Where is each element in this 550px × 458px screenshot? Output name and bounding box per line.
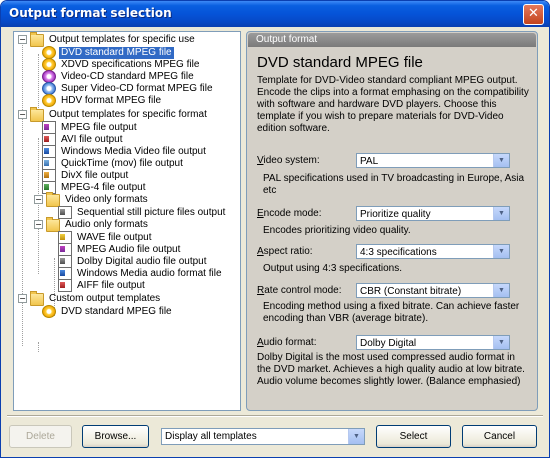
tree-group-label: Video only formats [65,193,148,205]
tree-item-hdv[interactable]: HDV format MPEG file [42,94,163,107]
panel-title: DVD standard MPEG file [257,54,423,71]
dialog-window: Output format selection ✕ − Output templ… [0,0,550,458]
tree-item-label: AVI file output [61,133,123,145]
tree-item-label: AIFF file output [77,279,145,291]
select-value: Dolby Digital [360,338,417,349]
tree-item-label: Sequential still picture files output [77,206,226,218]
tree-item-label: MPEG Audio file output [77,243,181,255]
aiff-file-icon [58,279,72,292]
audio-format-note: Dolby Digital is the most used compresse… [257,352,525,387]
rate-control-note: Encoding method using a fixed bitrate. C… [263,301,520,324]
close-button[interactable]: ✕ [523,4,544,25]
tree-item-aiff[interactable]: AIFF file output [58,279,147,292]
tree-group-specific-use[interactable]: Output templates for specific use [30,32,197,47]
video-system-note: PAL specifications used in TV broadcasti… [263,173,525,196]
tree-group-label: Custom output templates [49,292,161,304]
tree-item-label: Super Video-CD format MPEG file [61,82,213,94]
tree-line [38,54,39,114]
encode-mode-select[interactable]: Prioritize quality ▼ [356,206,510,221]
chevron-down-icon[interactable]: ▼ [493,154,509,167]
select-value: PAL [360,156,379,167]
encode-mode-note: Encodes prioritizing video quality. [263,225,411,236]
tree-group-custom[interactable]: Custom output templates [30,291,162,306]
tree-group-label: Output templates for specific format [49,108,207,120]
audio-format-label: Audio format: [257,337,317,348]
select-value: Prioritize quality [360,209,431,220]
chevron-down-icon[interactable]: ▼ [493,284,509,297]
select-value: CBR (Constant bitrate) [360,286,462,297]
browse-button[interactable]: Browse... [82,425,149,448]
template-tree[interactable]: − Output templates for specific use DVD … [13,31,241,411]
audio-format-select[interactable]: Dolby Digital ▼ [356,335,510,350]
expand-toggle[interactable]: − [18,110,27,119]
video-system-select[interactable]: PAL ▼ [356,153,510,168]
title-bar[interactable]: Output format selection ✕ [1,1,549,27]
aspect-ratio-label: Aspect ratio: [257,246,313,257]
tree-group-label: Output templates for specific use [49,33,195,45]
tree-item-label: Video-CD standard MPEG file [61,70,194,82]
output-format-panel: Output format DVD standard MPEG file Tem… [246,31,538,411]
tree-item-label: DivX file output [61,169,129,181]
chevron-down-icon[interactable]: ▼ [348,429,364,444]
tree-item-label: MPEG-4 file output [61,181,146,193]
hdv-disc-icon [42,94,56,107]
tree-item-label: Windows Media Video file output [61,145,206,157]
expand-toggle[interactable]: − [34,220,43,229]
cancel-button[interactable]: Cancel [462,425,537,448]
tree-item-custom-dvd[interactable]: DVD standard MPEG file [42,305,174,318]
expand-toggle[interactable]: − [18,35,27,44]
aspect-ratio-note: Output using 4:3 specifications. [263,263,402,274]
dialog-body: − Output templates for specific use DVD … [4,27,546,454]
tree-item-label: HDV format MPEG file [61,94,162,106]
video-system-label: Video system: [257,155,320,166]
aspect-ratio-select[interactable]: 4:3 specifications ▼ [356,244,510,259]
tree-item-label: Dolby Digital audio file output [77,255,207,267]
select-value: 4:3 specifications [360,247,437,258]
tree-item-label: QuickTime (mov) file output [61,157,183,169]
expand-toggle[interactable]: − [18,294,27,303]
tree-line [38,342,39,352]
chevron-down-icon[interactable]: ▼ [493,336,509,349]
template-filter-select[interactable]: Display all templates ▼ [161,428,365,445]
window-title: Output format selection [9,6,172,20]
tree-line [38,138,39,274]
tree-item-label: Windows Media audio format file [77,267,222,279]
divider [7,415,543,417]
tree-subgroup-audio-only[interactable]: Audio only formats [46,217,150,232]
panel-header: Output format [248,33,536,47]
rate-control-select[interactable]: CBR (Constant bitrate) ▼ [356,283,510,298]
select-value: Display all templates [165,431,257,442]
tree-item-label: DVD standard MPEG file [61,305,172,317]
tree-item-label: MPEG file output [61,121,137,133]
select-button[interactable]: Select [376,425,451,448]
chevron-down-icon[interactable]: ▼ [493,245,509,258]
tree-subgroup-video-only[interactable]: Video only formats [46,192,150,207]
tree-item-label: XDVD specifications MPEG file [61,58,200,70]
tree-group-label: Audio only formats [65,218,148,230]
delete-button[interactable]: Delete [9,425,72,448]
chevron-down-icon[interactable]: ▼ [493,207,509,220]
expand-toggle[interactable]: − [34,195,43,204]
tree-item-label: DVD standard MPEG file [59,46,174,59]
panel-description: Template for DVD-Video standard complian… [257,75,529,134]
encode-mode-label: Encode mode: [257,208,322,219]
rate-control-label: Rate control mode: [257,285,342,296]
tree-item-label: WAVE file output [77,231,152,243]
tree-group-specific-format[interactable]: Output templates for specific format [30,107,209,122]
dvd-disc-icon [42,305,56,318]
